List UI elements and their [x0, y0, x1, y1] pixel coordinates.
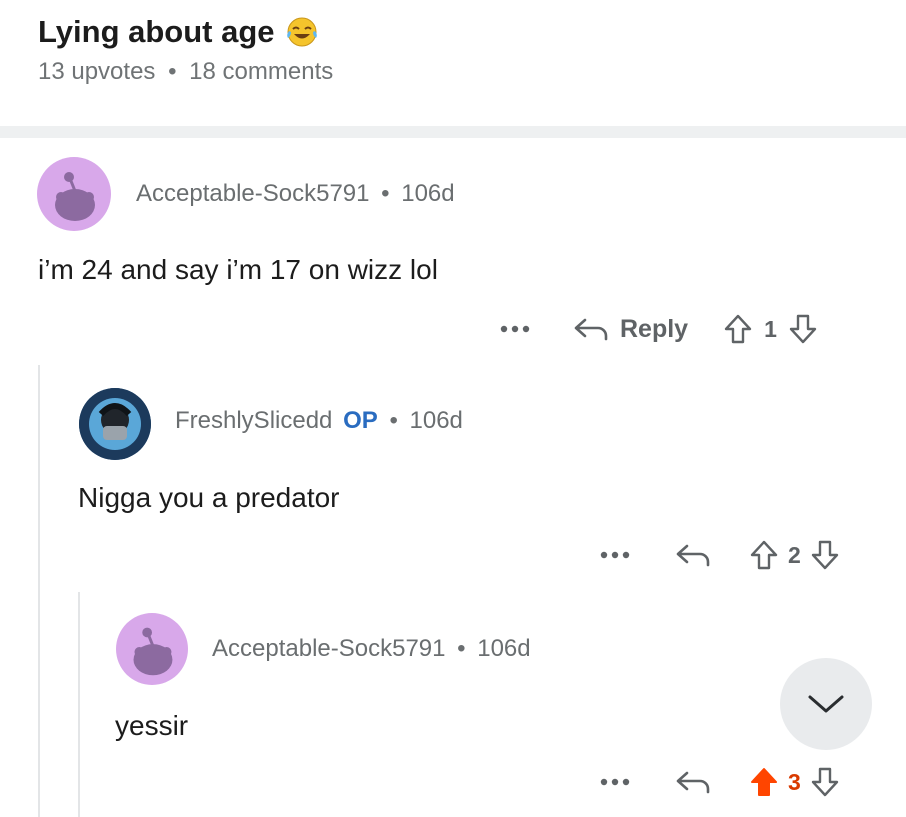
username[interactable]: Acceptable-Sock5791: [136, 180, 369, 207]
username[interactable]: Acceptable-Sock5791: [212, 635, 445, 662]
comment-author[interactable]: FreshlySlicedd OP • 106d: [175, 407, 463, 435]
comment-age: 106d: [409, 407, 463, 434]
comment-body: i’m 24 and say i’m 17 on wizz lol: [38, 254, 438, 285]
snoo-avatar-icon: [133, 627, 173, 676]
username[interactable]: FreshlySlicedd: [175, 407, 332, 434]
comment-body: Nigga you a predator: [78, 482, 340, 513]
comment-author[interactable]: Acceptable-Sock5791 • 106d: [136, 180, 455, 208]
comment-age: 106d: [401, 180, 455, 207]
post-meta: 13 upvotes • 18 comments: [38, 58, 333, 86]
comment-actions: 2: [600, 535, 839, 575]
comment-body: yessir: [115, 710, 189, 741]
snoo-avatar-icon: [55, 172, 95, 221]
avatar[interactable]: [116, 613, 188, 685]
meta-separator: •: [389, 407, 398, 434]
reply-arrow-icon: [676, 544, 710, 567]
meta-separator: •: [457, 635, 466, 662]
reply-arrow-icon: [676, 771, 710, 794]
ellipsis-icon[interactable]: [600, 551, 630, 559]
comment-age: 106d: [477, 635, 531, 662]
meta-separator: •: [168, 58, 177, 85]
section-divider: [0, 126, 906, 138]
vote-score: 2: [788, 541, 801, 568]
custom-avatar-icon: [79, 388, 151, 460]
ellipsis-icon[interactable]: [500, 325, 530, 333]
avatar[interactable]: [79, 388, 151, 460]
scroll-down-button[interactable]: [780, 658, 872, 750]
comment-actions: Reply 1: [500, 309, 817, 349]
face-with-tears-of-joy-icon: [285, 16, 319, 48]
comment-count[interactable]: 18 comments: [189, 58, 333, 85]
thread-line[interactable]: [38, 365, 40, 817]
upvote-icon[interactable]: [750, 540, 778, 570]
ellipsis-icon[interactable]: [600, 778, 630, 786]
vote-score: 3: [788, 768, 801, 795]
downvote-icon[interactable]: [811, 767, 839, 797]
meta-separator: •: [381, 180, 390, 207]
downvote-icon[interactable]: [811, 540, 839, 570]
reply-label: Reply: [620, 314, 689, 343]
reply-button[interactable]: [674, 542, 710, 568]
post-title-text: Lying about age: [38, 14, 275, 49]
reply-arrow-icon: [572, 316, 608, 342]
upvote-icon-active[interactable]: [750, 767, 778, 797]
upvote-count: 13 upvotes: [38, 58, 156, 85]
op-badge: OP: [343, 407, 378, 434]
comment-author[interactable]: Acceptable-Sock5791 • 106d: [212, 635, 531, 663]
chevron-down-icon: [808, 695, 844, 713]
upvote-icon[interactable]: [724, 314, 752, 344]
downvote-icon[interactable]: [789, 314, 817, 344]
post-title: Lying about age: [38, 14, 319, 50]
thread-line[interactable]: [78, 592, 80, 817]
reply-button[interactable]: [674, 769, 710, 795]
vote-score: 1: [764, 315, 777, 342]
comment-actions: 3: [600, 762, 839, 802]
reply-button[interactable]: Reply: [572, 315, 688, 344]
avatar[interactable]: [37, 157, 111, 231]
